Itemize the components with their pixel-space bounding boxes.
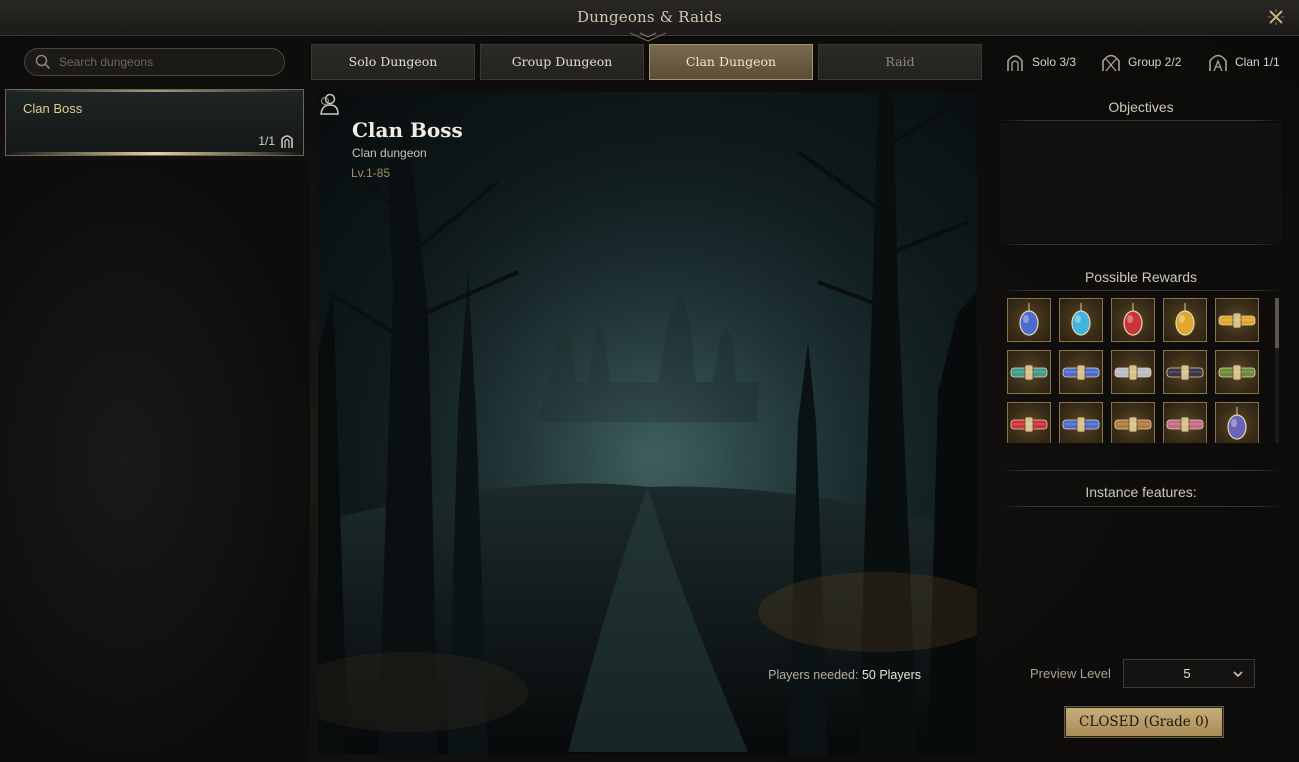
reward-item-belt-pink[interactable] bbox=[1163, 402, 1207, 443]
players-needed-label: Players needed: bbox=[768, 668, 859, 682]
tab-solo-dungeon[interactable]: Solo Dungeon bbox=[311, 44, 475, 80]
objectives-title: Objectives bbox=[1108, 99, 1174, 115]
reward-item-belt-bronze[interactable] bbox=[1111, 402, 1155, 443]
rewards-scrollbar[interactable] bbox=[1275, 298, 1279, 443]
dungeon-item-name: Clan Boss bbox=[23, 101, 83, 116]
clan-counter: Clan 1/1 bbox=[1207, 50, 1280, 74]
selection-glow-top bbox=[6, 90, 303, 92]
features-divider bbox=[1000, 506, 1282, 507]
rewards-divider bbox=[1000, 290, 1282, 291]
solo-icon bbox=[1007, 55, 1023, 71]
title-bar: Dungeons & Raids bbox=[0, 0, 1299, 42]
solo-counter: Solo 3/3 bbox=[1004, 50, 1076, 74]
objectives-panel bbox=[1000, 123, 1282, 243]
features-title: Instance features: bbox=[1085, 484, 1197, 500]
rewards-title: Possible Rewards bbox=[1084, 269, 1198, 285]
reward-item-belt-red[interactable] bbox=[1007, 402, 1051, 443]
objectives-divider bbox=[1000, 120, 1282, 121]
clan-counter-label: Clan 1/1 bbox=[1235, 55, 1280, 69]
dungeon-item-count: 1/1 bbox=[258, 134, 275, 148]
reward-item-amulet-red[interactable] bbox=[1111, 298, 1155, 342]
status-button[interactable]: CLOSED (Grade 0) bbox=[1064, 706, 1224, 738]
clan-icon bbox=[1209, 54, 1227, 72]
close-icon[interactable] bbox=[1267, 8, 1285, 26]
dungeon-type-tabs: Solo Dungeon Group Dungeon Clan Dungeon … bbox=[311, 44, 983, 80]
reward-item-belt-gold[interactable] bbox=[1215, 298, 1259, 342]
reward-item-amulet-violet[interactable] bbox=[1215, 402, 1259, 443]
clan-icon bbox=[281, 135, 293, 148]
preview-level-select[interactable]: 5 bbox=[1123, 659, 1255, 688]
group-icon bbox=[1102, 54, 1120, 72]
reward-item-belt-blue[interactable] bbox=[1059, 402, 1103, 443]
dungeon-preview-image: Clan Boss Clan dungeon Lv.1-85 Players n… bbox=[318, 92, 977, 755]
reward-item-belt-green[interactable] bbox=[1215, 350, 1259, 394]
tab-clan-dungeon[interactable]: Clan Dungeon bbox=[649, 44, 813, 80]
search-icon bbox=[35, 54, 51, 70]
objectives-bottom-divider bbox=[1000, 244, 1282, 245]
group-counter: Group 2/2 bbox=[1100, 50, 1181, 74]
reward-item-amulet-blue[interactable] bbox=[1007, 298, 1051, 342]
dungeons-window: Dungeons & Raids Clan Boss 1/1 Solo Dung… bbox=[0, 0, 1299, 762]
group-counter-label: Group 2/2 bbox=[1128, 55, 1182, 69]
rewards-grid bbox=[1007, 298, 1273, 443]
rewards-scrollbar-thumb[interactable] bbox=[1275, 298, 1279, 348]
solo-counter-label: Solo 3/3 bbox=[1032, 55, 1077, 69]
search-box[interactable] bbox=[24, 48, 285, 76]
dungeon-type: Clan dungeon bbox=[352, 146, 427, 160]
dungeon-list-item[interactable]: Clan Boss 1/1 bbox=[5, 89, 304, 156]
features-top-divider bbox=[1000, 470, 1282, 471]
reward-item-belt-dark[interactable] bbox=[1163, 350, 1207, 394]
window-title: Dungeons & Raids bbox=[577, 8, 722, 26]
tab-raid[interactable]: Raid bbox=[818, 44, 982, 80]
chevron-down-icon bbox=[1233, 671, 1243, 678]
forest-castle-illustration bbox=[318, 92, 977, 755]
reward-item-amulet-gold[interactable] bbox=[1163, 298, 1207, 342]
players-needed-value: 50 Players bbox=[861, 668, 921, 682]
left-panel-background bbox=[0, 160, 310, 762]
players-needed: Players needed: 50 Players bbox=[768, 668, 921, 682]
players-icon bbox=[320, 93, 339, 115]
tab-group-dungeon[interactable]: Group Dungeon bbox=[480, 44, 644, 80]
dungeon-level: Lv.1-85 bbox=[351, 166, 391, 180]
reward-item-belt-teal[interactable] bbox=[1007, 350, 1051, 394]
search-input[interactable] bbox=[59, 53, 274, 71]
preview-level-label: Preview Level bbox=[1030, 666, 1111, 681]
reward-item-belt-blue[interactable] bbox=[1059, 350, 1103, 394]
selection-glow-bottom bbox=[6, 152, 303, 155]
reward-item-amulet-cyan[interactable] bbox=[1059, 298, 1103, 342]
title-ornament-icon bbox=[629, 32, 667, 42]
dungeon-title: Clan Boss bbox=[352, 118, 463, 142]
reward-item-belt-silver[interactable] bbox=[1111, 350, 1155, 394]
